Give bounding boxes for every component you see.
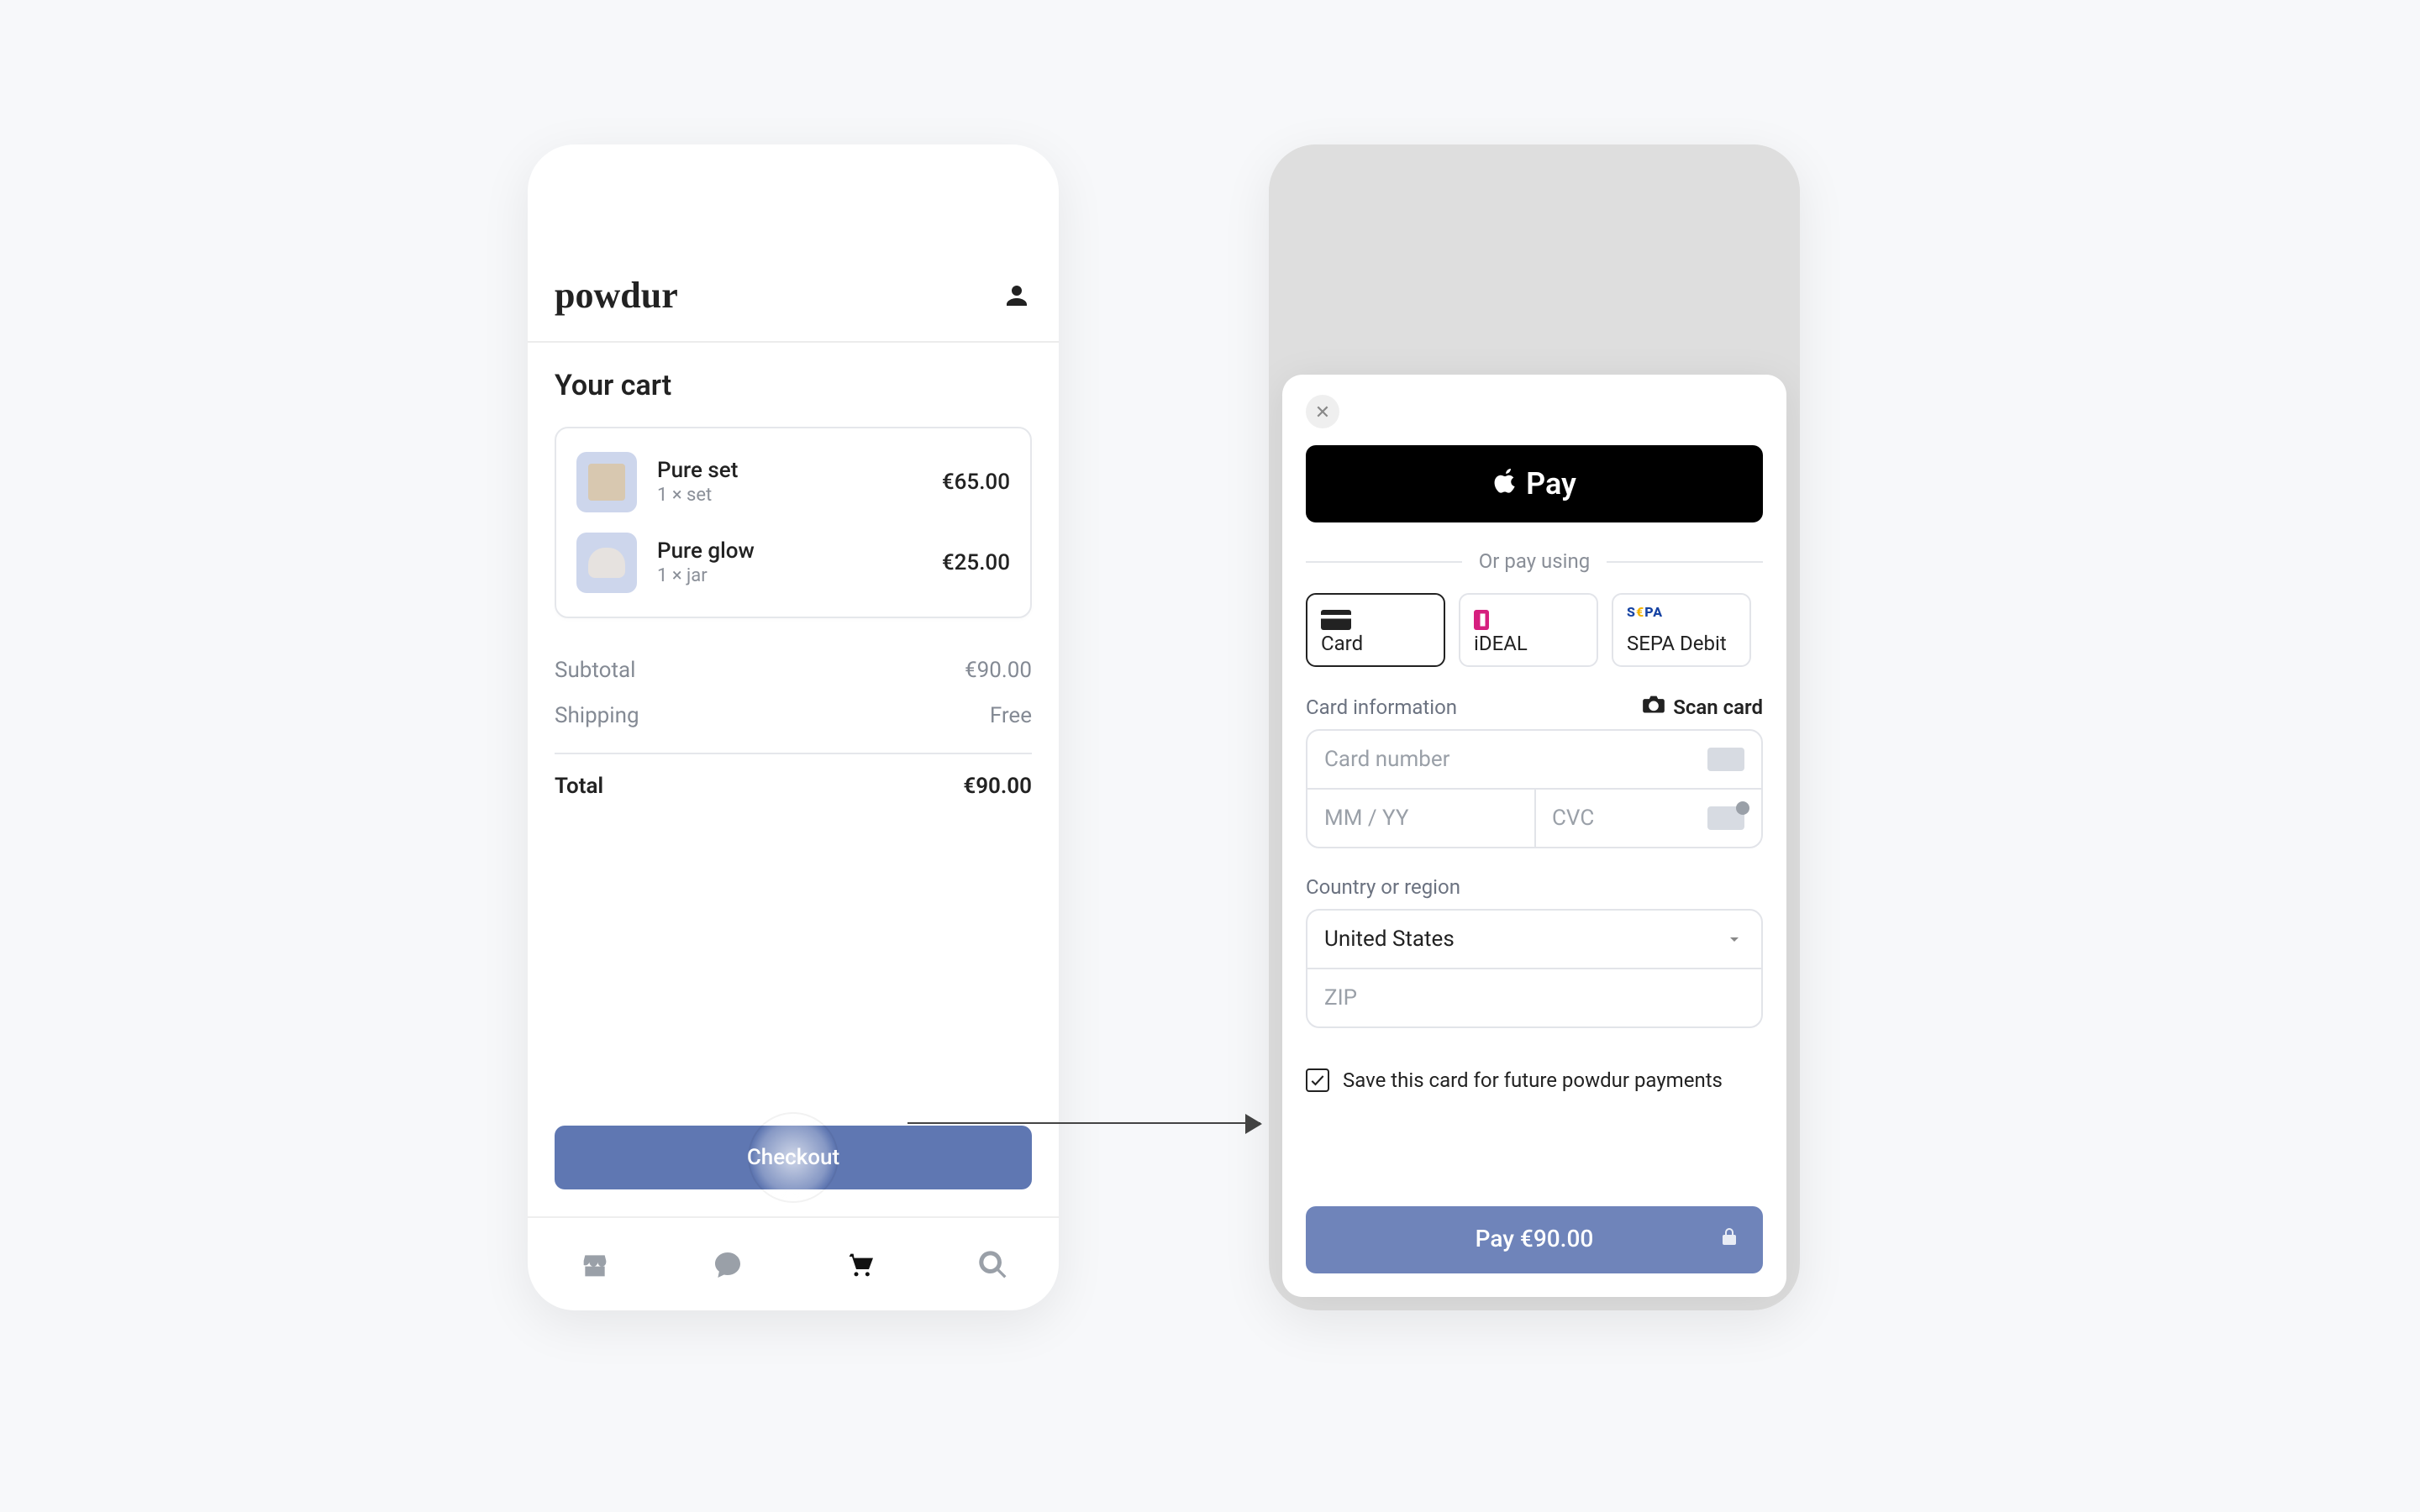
placeholder: Card number [1324,747,1449,772]
method-card[interactable]: Card [1306,593,1445,667]
chevron-down-icon [1724,929,1744,949]
method-label: iDEAL [1474,632,1583,655]
card-brand-icon [1707,748,1744,771]
close-button[interactable]: ✕ [1306,395,1339,428]
item-sub: 1 × jar [657,564,942,586]
summary-value: Free [990,704,1032,729]
item-name: Pure glow [657,539,942,564]
apple-icon [1492,466,1519,501]
tab-search[interactable] [974,1246,1011,1283]
method-ideal[interactable]: iDEAL [1459,593,1598,667]
flow-arrow-icon [908,1122,1260,1126]
save-card-label: Save this card for future powdur payment… [1343,1068,1723,1092]
summary-label: Shipping [555,704,639,729]
camera-icon [1641,694,1665,719]
card-label-row: Card information Scan card [1306,694,1763,719]
country-input-group: United States ZIP [1306,909,1763,1028]
apple-pay-button[interactable]: Pay [1306,445,1763,522]
user-icon[interactable] [1002,281,1032,318]
tab-cart[interactable] [841,1246,878,1283]
item-price: €65.00 [942,470,1010,495]
brand-logo: powdur [555,274,678,318]
check-icon [1309,1072,1326,1089]
item-name: Pure set [657,459,942,484]
summary-row-shipping: Shipping Free [555,694,1032,739]
apple-pay-label: Pay [1526,466,1576,501]
checkout-label: Checkout [747,1145,839,1170]
card-info-label: Card information [1306,695,1457,718]
country-select[interactable]: United States [1307,911,1761,968]
payment-methods[interactable]: Card iDEAL S€PA SEPA Debit B [1306,593,1763,667]
lock-icon [1719,1226,1739,1253]
method-sepa[interactable]: S€PA SEPA Debit [1612,593,1751,667]
cart-item: Pure glow 1 × jar €25.00 [576,522,1010,603]
sepa-icon: S€PA [1627,605,1657,625]
summary-value: €90.00 [965,659,1032,684]
card-icon [1321,605,1351,625]
save-card-checkbox[interactable] [1306,1068,1329,1092]
ideal-icon [1474,605,1504,625]
pay-button[interactable]: Pay €90.00 [1306,1206,1763,1273]
country-label: Country or region [1306,875,1763,899]
card-cvc-input[interactable]: CVC [1534,790,1761,847]
checkout-button[interactable]: Checkout [555,1126,1032,1189]
summary-row-total: Total €90.00 [555,753,1032,810]
product-thumb [576,533,637,593]
summary-row-subtotal: Subtotal €90.00 [555,648,1032,694]
cart-item: Pure set 1 × set €65.00 [576,442,1010,522]
cvc-icon [1707,806,1744,830]
item-price: €25.00 [942,550,1010,575]
placeholder: MM / YY [1324,806,1409,831]
total-value: €90.00 [963,774,1032,800]
canvas: powdur Your cart Pure set 1 × set €65.00 [0,0,2420,1512]
method-label: Card [1321,632,1430,655]
tab-bar [528,1216,1059,1310]
cart-body: Your cart Pure set 1 × set €65.00 Pure g… [528,343,1059,1216]
save-card-row[interactable]: Save this card for future powdur payment… [1306,1068,1763,1092]
summary-label: Subtotal [555,659,635,684]
divider: Or pay using [1306,549,1763,573]
close-icon: ✕ [1315,401,1330,423]
item-sub: 1 × set [657,484,942,506]
pay-button-label: Pay €90.00 [1476,1226,1594,1253]
placeholder: CVC [1552,806,1594,831]
method-label: SEPA Debit [1627,632,1736,655]
card-number-input[interactable]: Card number [1307,731,1761,788]
divider-label: Or pay using [1479,549,1590,573]
phone-cart: powdur Your cart Pure set 1 × set €65.00 [528,144,1059,1310]
total-label: Total [555,774,603,800]
payment-sheet: ✕ Pay Or pay using Card [1282,375,1786,1297]
cart-title: Your cart [555,370,1032,403]
card-input-group: Card number MM / YY CVC [1306,729,1763,848]
scan-card-label: Scan card [1673,695,1763,718]
phone-payment: powdur ✕ Pay Or pay using [1269,144,1800,1310]
app-header: powdur [528,144,1059,343]
placeholder: ZIP [1324,985,1357,1011]
country-value: United States [1324,927,1455,952]
tab-chat[interactable] [708,1246,745,1283]
scan-card-button[interactable]: Scan card [1641,694,1763,719]
tab-store[interactable] [576,1246,613,1283]
cart-items: Pure set 1 × set €65.00 Pure glow 1 × ja… [555,427,1032,618]
zip-input[interactable]: ZIP [1307,969,1761,1026]
card-expiry-input[interactable]: MM / YY [1307,790,1534,847]
product-thumb [576,452,637,512]
